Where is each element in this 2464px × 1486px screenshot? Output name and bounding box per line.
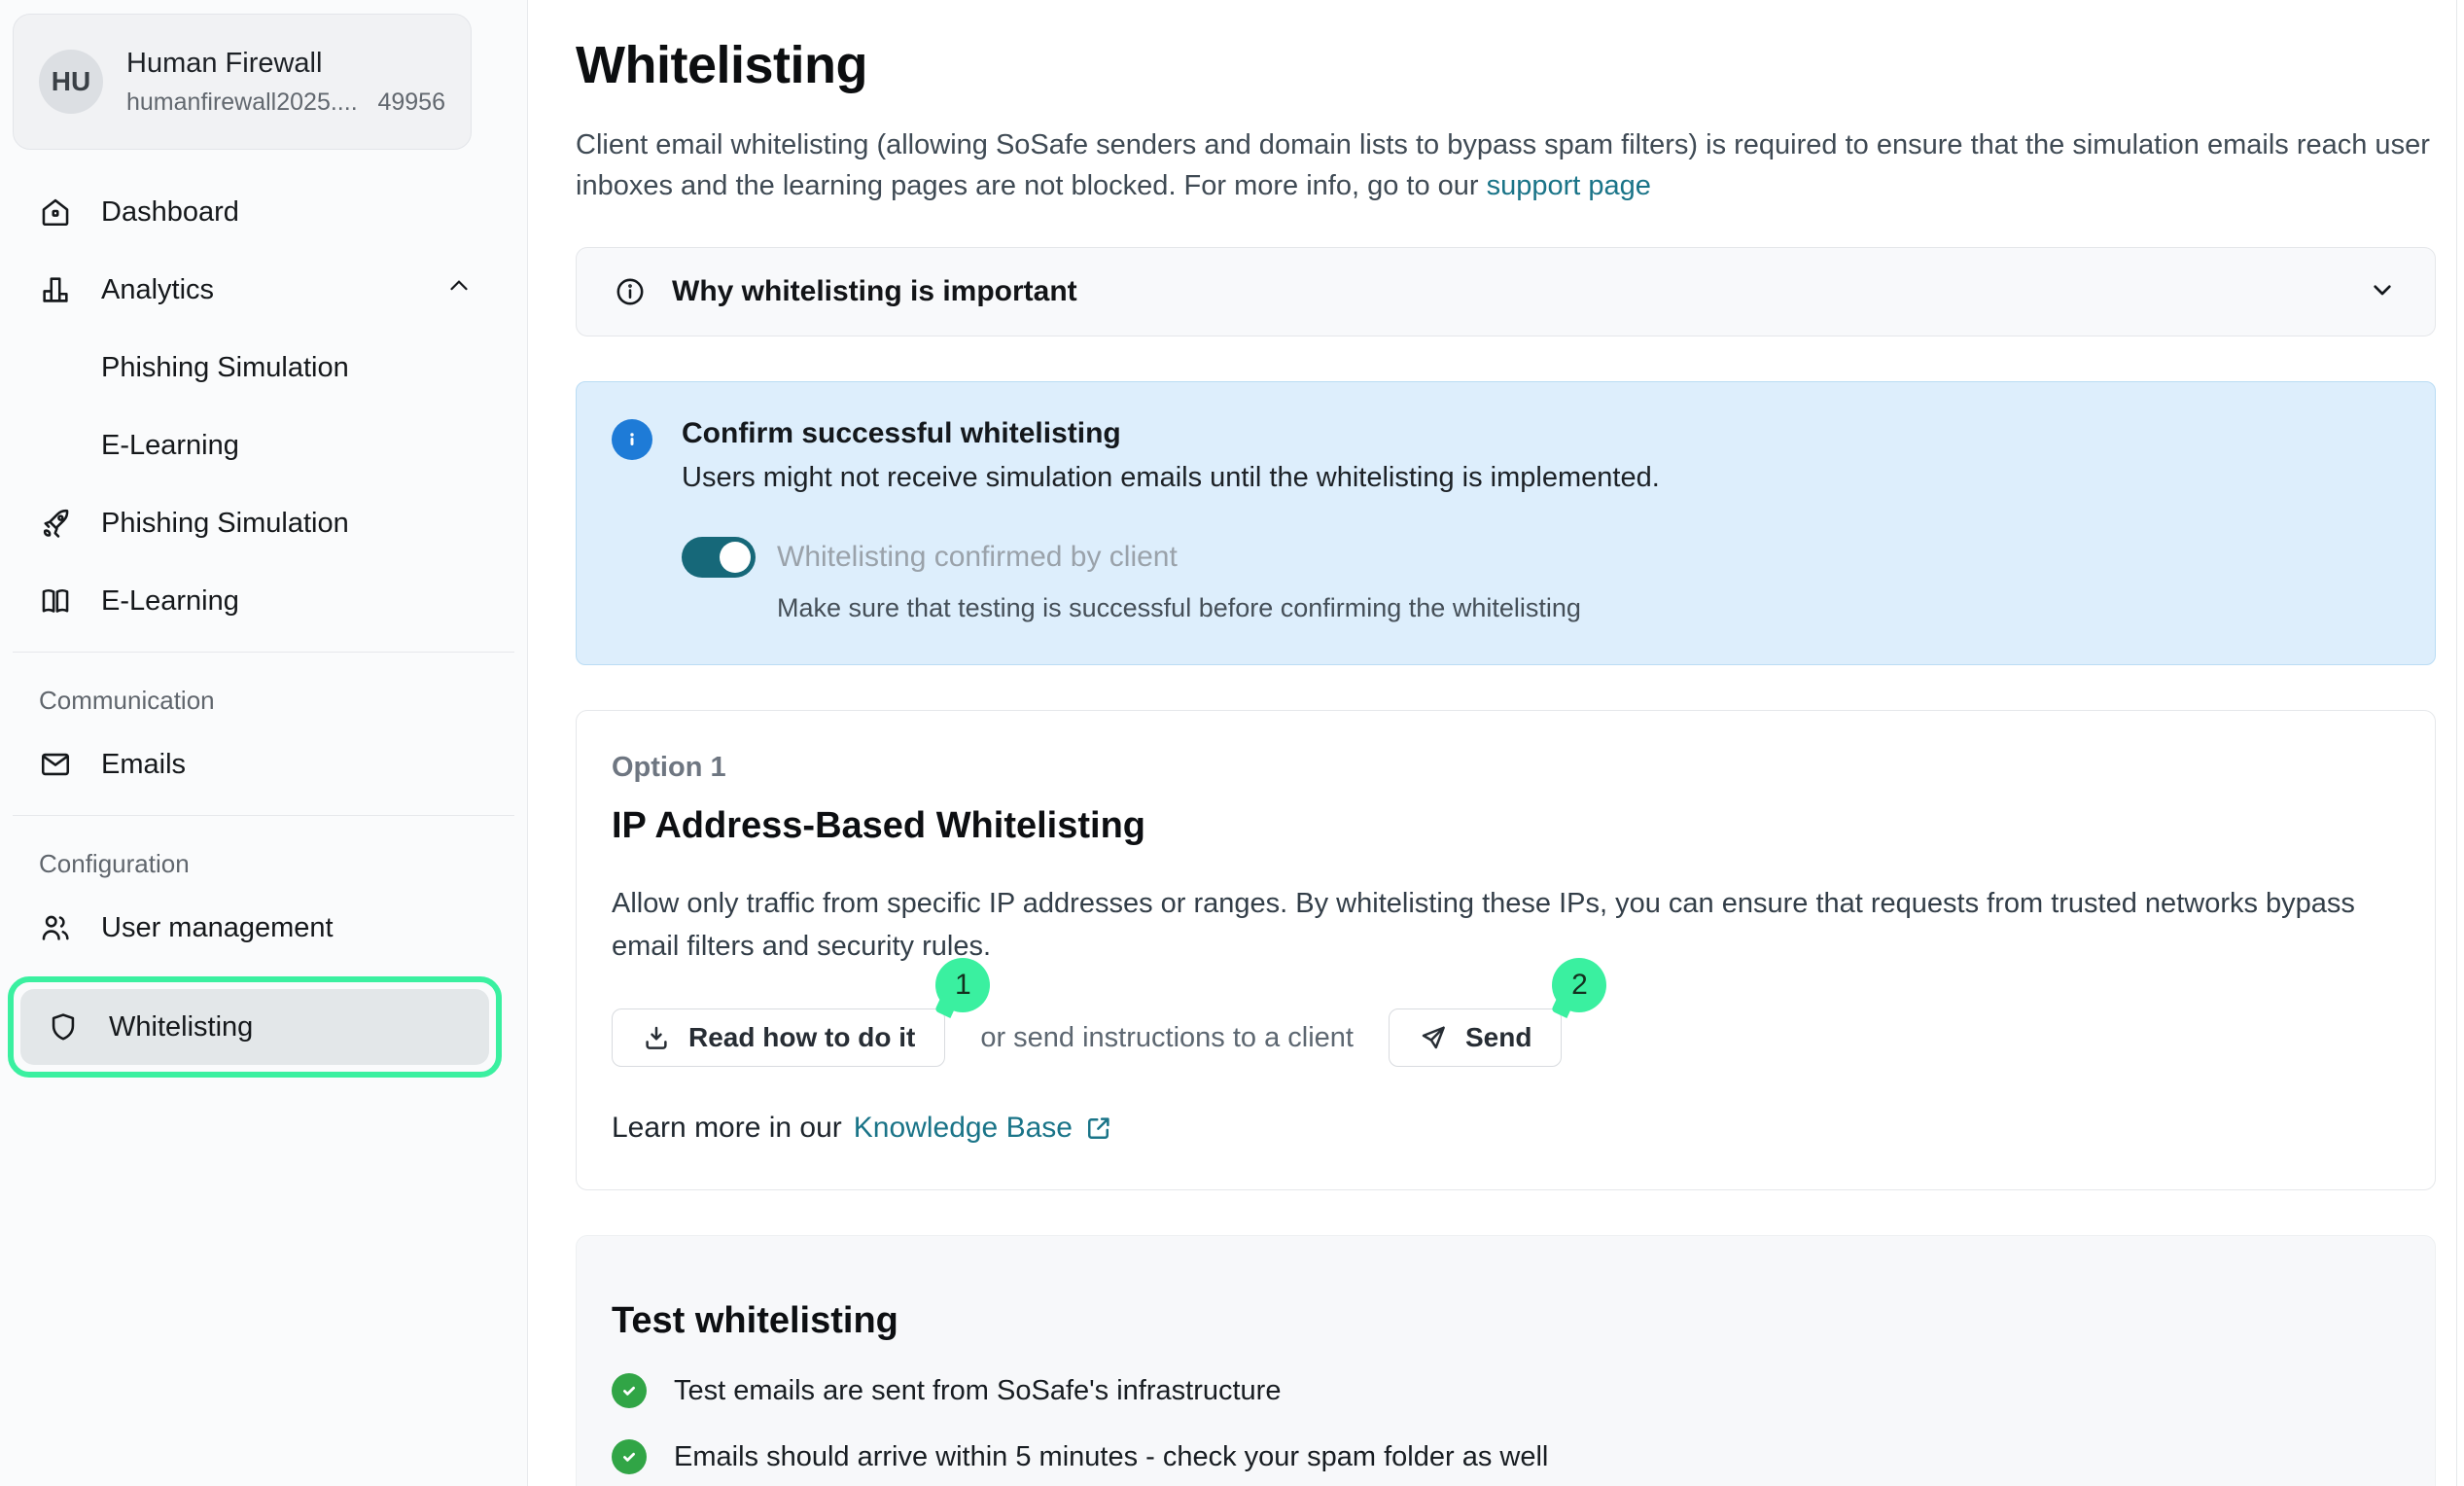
section-label-configuration: Configuration	[13, 849, 514, 879]
test-check-item: Emails should arrive within 5 minutes - …	[612, 1439, 2400, 1474]
chevron-down-icon	[2367, 274, 2398, 310]
external-link-icon	[1084, 1114, 1113, 1143]
test-check-item: Test emails are sent from SoSafe's infra…	[612, 1373, 2400, 1408]
sidebar-item-label: E-Learning	[101, 585, 239, 618]
chevron-up-icon[interactable]	[444, 271, 474, 308]
sidebar-item-emails[interactable]: Emails	[13, 735, 514, 794]
divider	[13, 652, 514, 653]
sidebar-item-label: E-Learning	[101, 430, 239, 462]
org-name: Human Firewall	[126, 48, 445, 80]
shield-icon	[47, 1010, 80, 1044]
org-switcher[interactable]: HU Human Firewall humanfirewall2025.... …	[13, 14, 472, 150]
org-meta: Human Firewall humanfirewall2025.... 499…	[126, 48, 445, 117]
sidebar-item-label: Phishing Simulation	[101, 508, 349, 540]
sidebar-item-phishing-simulation[interactable]: Phishing Simulation	[13, 494, 514, 552]
option1-card: Option 1 IP Address-Based Whitelisting A…	[576, 710, 2436, 1190]
bar-chart-icon	[39, 273, 72, 306]
sidebar: HU Human Firewall humanfirewall2025.... …	[0, 0, 528, 1486]
callout-title: Confirm successful whitelisting	[682, 417, 1660, 450]
test-whitelisting-card: Test whitelisting Test emails are sent f…	[576, 1235, 2436, 1486]
scrollbar-track[interactable]	[2456, 0, 2457, 1486]
sidebar-item-e-learning[interactable]: E-Learning	[13, 572, 514, 630]
check-text: Emails should arrive within 5 minutes - …	[674, 1441, 1548, 1473]
section-label-communication: Communication	[13, 686, 514, 716]
knowledge-base-link[interactable]: Knowledge Base	[854, 1112, 1073, 1145]
sidebar-nav: Dashboard Analytics Phishing Simulation …	[13, 183, 514, 1078]
sidebar-item-whitelisting[interactable]: Whitelisting	[20, 989, 489, 1065]
sidebar-item-label: Emails	[101, 749, 186, 781]
callout-body: Users might not receive simulation email…	[682, 462, 1660, 494]
why-whitelisting-accordion[interactable]: Why whitelisting is important	[576, 247, 2436, 336]
page-intro: Client email whitelisting (allowing SoSa…	[576, 124, 2437, 206]
check-circle-icon	[612, 1373, 647, 1408]
send-icon	[1419, 1023, 1448, 1052]
sidebar-item-analytics[interactable]: Analytics	[13, 261, 514, 319]
rocket-icon	[39, 507, 72, 540]
org-domain: humanfirewall2025....	[126, 88, 358, 117]
callout-content: Confirm successful whitelisting Users mi…	[682, 417, 1660, 623]
check-circle-icon	[612, 1439, 647, 1474]
mail-icon	[39, 748, 72, 781]
users-icon	[39, 911, 72, 944]
divider	[13, 815, 514, 816]
info-icon	[614, 275, 647, 308]
test-heading: Test whitelisting	[612, 1300, 2400, 1342]
book-open-icon	[39, 584, 72, 618]
home-icon	[39, 195, 72, 229]
sidebar-item-dashboard[interactable]: Dashboard	[13, 183, 514, 241]
sidebar-item-label: Phishing Simulation	[101, 352, 349, 384]
sidebar-item-label: Dashboard	[101, 196, 239, 229]
whitelisting-confirmed-toggle[interactable]	[682, 537, 756, 578]
sidebar-item-analytics-e-learning[interactable]: E-Learning	[13, 416, 514, 475]
app-window: HU Human Firewall humanfirewall2025.... …	[0, 0, 2464, 1486]
toggle-knob	[720, 542, 751, 573]
learn-more-row: Learn more in our Knowledge Base	[612, 1112, 2400, 1145]
sidebar-item-label: Whitelisting	[109, 1011, 253, 1044]
send-button[interactable]: Send	[1389, 1008, 1562, 1067]
main-content: Whitelisting Client email whitelisting (…	[528, 0, 2464, 1486]
learn-more-prefix: Learn more in our	[612, 1112, 842, 1145]
selected-item-highlight: Whitelisting	[8, 976, 502, 1078]
org-number: 49956	[377, 88, 445, 117]
option1-body: Allow only traffic from specific IP addr…	[612, 882, 2362, 968]
page-title: Whitelisting	[576, 35, 2437, 95]
download-icon	[642, 1023, 671, 1052]
toggle-help-text: Make sure that testing is successful bef…	[777, 593, 1660, 623]
read-how-to-do-it-button[interactable]: Read how to do it	[612, 1008, 945, 1067]
info-filled-icon	[612, 419, 652, 460]
support-page-link[interactable]: support page	[1487, 170, 1651, 201]
accordion-title: Why whitelisting is important	[672, 275, 1077, 308]
option1-actions: Read how to do it 1 or send instructions…	[612, 1008, 2400, 1067]
sidebar-item-user-management[interactable]: User management	[13, 899, 514, 957]
sidebar-item-label: User management	[101, 912, 334, 944]
toggle-label: Whitelisting confirmed by client	[777, 541, 1178, 574]
option1-heading: IP Address-Based Whitelisting	[612, 805, 2400, 847]
avatar: HU	[39, 50, 103, 114]
between-buttons-text: or send instructions to a client	[980, 1022, 1354, 1054]
option1-kicker: Option 1	[612, 752, 2400, 784]
sidebar-item-label: Analytics	[101, 274, 214, 306]
sidebar-item-analytics-phishing-simulation[interactable]: Phishing Simulation	[13, 338, 514, 397]
step-badge-2: 2	[1552, 958, 1606, 1012]
step-badge-1: 1	[935, 958, 990, 1012]
confirm-whitelisting-callout: Confirm successful whitelisting Users mi…	[576, 381, 2436, 665]
check-text: Test emails are sent from SoSafe's infra…	[674, 1375, 1281, 1407]
